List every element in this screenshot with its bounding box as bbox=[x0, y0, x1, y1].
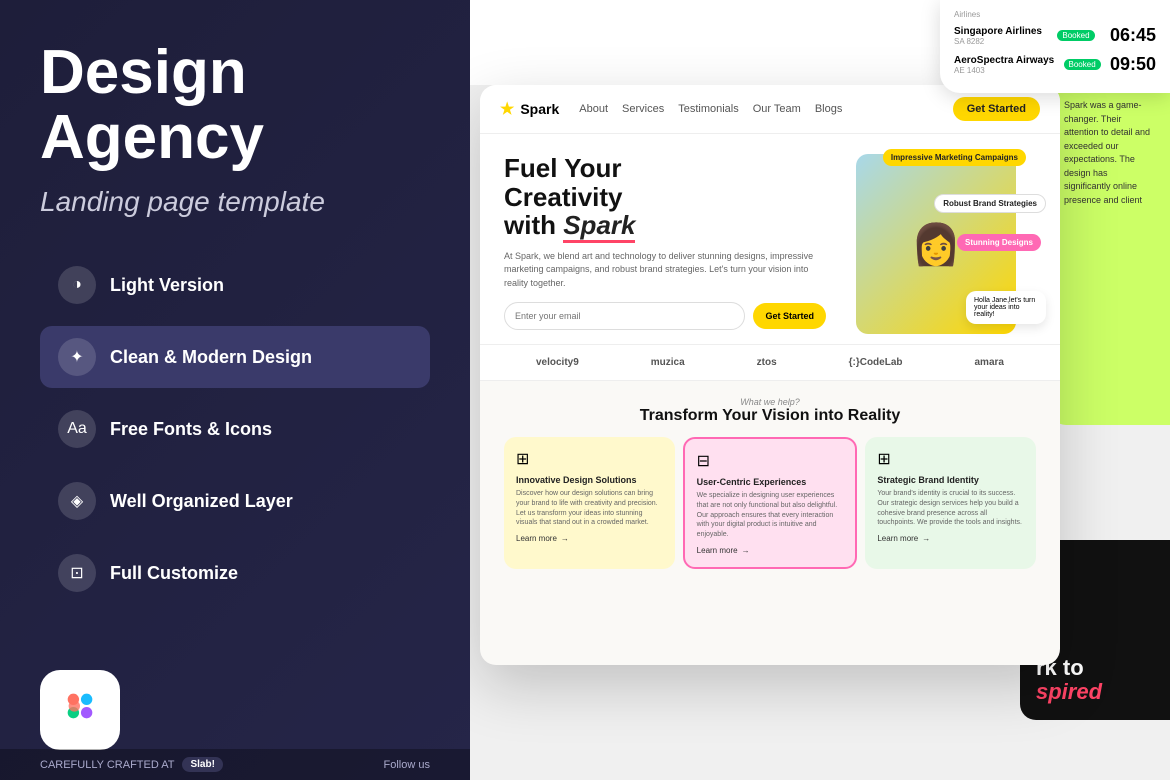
inspired-text: spired bbox=[1036, 679, 1102, 704]
brand-5: amara bbox=[974, 357, 1003, 368]
feature-light-label: Light Version bbox=[110, 275, 224, 296]
airline-name-2: AeroSpectra Airways bbox=[954, 55, 1054, 66]
feature-fonts-label: Free Fonts & Icons bbox=[110, 419, 272, 440]
figma-icon bbox=[62, 688, 98, 733]
feature-customize[interactable]: ⊡ Full Customize bbox=[40, 542, 430, 604]
right-panel: Eco Startup Branding Fitness App ★ Spark… bbox=[470, 0, 1170, 780]
lp-logo: ★ Spark bbox=[500, 99, 559, 119]
feature-light[interactable]: ◑ Light Version bbox=[40, 254, 430, 316]
logo-text: Spark bbox=[520, 101, 559, 117]
figma-badge bbox=[40, 670, 120, 750]
airline-time-1: 06:45 bbox=[1110, 25, 1156, 46]
airline-name-1: Singapore Airlines bbox=[954, 26, 1042, 37]
hero-desc: At Spark, we blend art and technology to… bbox=[504, 250, 826, 291]
feature-layers-label: Well Organized Layer bbox=[110, 491, 293, 512]
hero-tag-2: Robust Brand Strategies bbox=[934, 194, 1046, 213]
card-innovative: ⊞ Innovative Design Solutions Discover h… bbox=[504, 437, 675, 569]
brand-2: muzica bbox=[651, 357, 685, 368]
feature-fonts[interactable]: Aa Free Fonts & Icons bbox=[40, 398, 430, 460]
strategic-desc: Your brand's identity is crucial to its … bbox=[877, 489, 1024, 528]
card-strategic: ⊞ Strategic Brand Identity Your brand's … bbox=[865, 437, 1036, 569]
nav-blogs[interactable]: Blogs bbox=[815, 103, 843, 115]
dark-text: rk to spired bbox=[1036, 656, 1154, 704]
airline-badge-2: Booked bbox=[1064, 59, 1101, 70]
logo-star-icon: ★ bbox=[500, 99, 514, 119]
airline-row-1: Singapore Airlines SA 8282 Booked 06:45 bbox=[954, 25, 1156, 46]
get-started-button[interactable]: Get Started bbox=[753, 303, 826, 329]
testimonial-peek: Spark was a game-changer. Their attentio… bbox=[1050, 85, 1170, 425]
user-centric-desc: We specialize in designing user experien… bbox=[697, 491, 844, 540]
brands-row: velocity9 muzica ztos {:}CodeLab amara bbox=[480, 344, 1060, 381]
nav-services[interactable]: Services bbox=[622, 103, 664, 115]
main-title: Design Agency bbox=[40, 40, 430, 170]
landing-preview: ★ Spark About Services Testimonials Our … bbox=[480, 85, 1060, 665]
nav-team[interactable]: Our Team bbox=[753, 103, 801, 115]
nav-cta-button[interactable]: Get Started bbox=[953, 97, 1040, 121]
brand-4: {:}CodeLab bbox=[849, 357, 903, 368]
airline-badge-1: Booked bbox=[1057, 30, 1094, 41]
user-centric-learn-more[interactable]: Learn more → bbox=[697, 546, 844, 555]
spark-text: Spark bbox=[563, 210, 635, 243]
left-panel: Design Agency Landing page template ◑ Li… bbox=[0, 0, 470, 780]
feature-layers[interactable]: ◈ Well Organized Layer bbox=[40, 470, 430, 532]
section-sub: What we help? bbox=[504, 397, 1036, 407]
feature-clean-label: Clean & Modern Design bbox=[110, 347, 312, 368]
slab-badge: Slab! bbox=[182, 757, 222, 772]
innovative-title: Innovative Design Solutions bbox=[516, 475, 663, 485]
follow-label: Follow us bbox=[384, 759, 430, 771]
lp-hero: Fuel Your Creativity with Spark At Spark… bbox=[480, 134, 1060, 344]
innovative-icon: ⊞ bbox=[516, 449, 663, 469]
airline-time-2: 09:50 bbox=[1110, 54, 1156, 75]
user-centric-title: User-Centric Experiences bbox=[697, 477, 844, 487]
strategic-learn-more[interactable]: Learn more → bbox=[877, 534, 1024, 543]
bottom-bar: CAREFULLY CRAFTED AT Slab! Follow us bbox=[0, 749, 470, 780]
brand-1: velocity9 bbox=[536, 357, 579, 368]
airline-panel: Airlines Singapore Airlines SA 8282 Book… bbox=[940, 0, 1170, 93]
layers-icon: ◈ bbox=[58, 482, 96, 520]
nav-about[interactable]: About bbox=[579, 103, 608, 115]
strategic-icon: ⊞ bbox=[877, 449, 1024, 469]
hero-title: Fuel Your Creativity with Spark bbox=[504, 154, 826, 240]
lp-nav-links: About Services Testimonials Our Team Blo… bbox=[579, 103, 842, 115]
service-cards: ⊞ Innovative Design Solutions Discover h… bbox=[504, 437, 1036, 569]
hero-form: Get Started bbox=[504, 302, 826, 330]
light-icon: ◑ bbox=[58, 266, 96, 304]
airline-row-2: AeroSpectra Airways AE 1403 Booked 09:50 bbox=[954, 54, 1156, 75]
customize-icon: ⊡ bbox=[58, 554, 96, 592]
hero-left: Fuel Your Creativity with Spark At Spark… bbox=[504, 154, 826, 334]
brand-3: ztos bbox=[757, 357, 777, 368]
fonts-icon: Aa bbox=[58, 410, 96, 448]
subtitle: Landing page template bbox=[40, 186, 430, 218]
card-user-centric: ⊟ User-Centric Experiences We specialize… bbox=[683, 437, 858, 569]
testimonial-text: Spark was a game-changer. Their attentio… bbox=[1064, 99, 1156, 207]
innovative-desc: Discover how our design solutions can br… bbox=[516, 489, 663, 528]
feature-clean[interactable]: ✦ Clean & Modern Design bbox=[40, 326, 430, 388]
crafted-label: CAREFULLY CRAFTED AT bbox=[40, 759, 174, 771]
feature-customize-label: Full Customize bbox=[110, 563, 238, 584]
features-list: ◑ Light Version ✦ Clean & Modern Design … bbox=[40, 254, 430, 604]
clean-icon: ✦ bbox=[58, 338, 96, 376]
innovative-learn-more[interactable]: Learn more → bbox=[516, 534, 663, 543]
strategic-title: Strategic Brand Identity bbox=[877, 475, 1024, 485]
speech-bubble: Holla Jane,let's turn your ideas into re… bbox=[966, 291, 1046, 324]
hero-right: Impressive Marketing Campaigns Robust Br… bbox=[836, 154, 1036, 334]
email-input[interactable] bbox=[504, 302, 745, 330]
section-title: Transform Your Vision into Reality bbox=[504, 407, 1036, 425]
user-centric-icon: ⊟ bbox=[697, 451, 844, 471]
nav-testimonials[interactable]: Testimonials bbox=[678, 103, 739, 115]
hero-tag-1: Impressive Marketing Campaigns bbox=[883, 149, 1026, 166]
hero-tag-3: Stunning Designs bbox=[957, 234, 1041, 251]
main-section: What we help? Transform Your Vision into… bbox=[480, 381, 1060, 585]
